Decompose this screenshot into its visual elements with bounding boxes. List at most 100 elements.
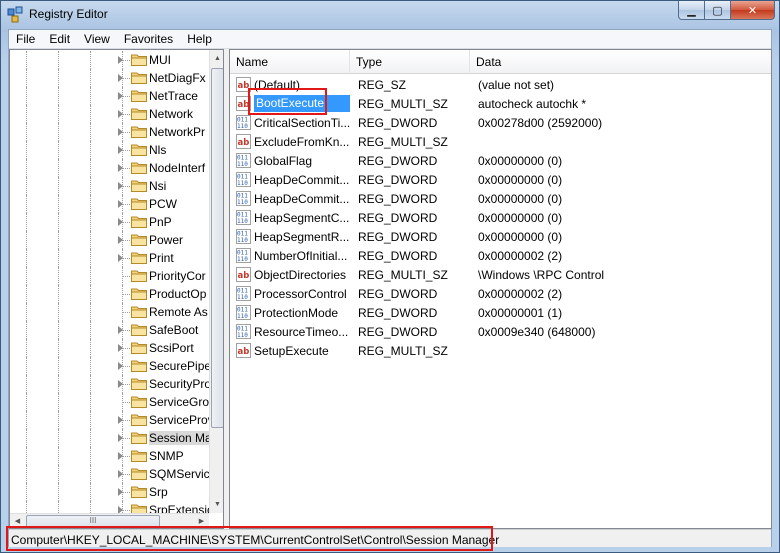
expand-arrow-icon[interactable] <box>118 92 123 100</box>
tree-item[interactable]: NodeInterf <box>10 159 210 177</box>
expand-arrow-icon[interactable] <box>118 452 123 460</box>
tree-guide-line <box>26 303 27 321</box>
value-row[interactable]: ab ObjectDirectories REG_MULTI_SZ \Windows … <box>230 265 771 284</box>
tree-item[interactable]: SNMP <box>10 447 210 465</box>
value-row[interactable]: 011 110 ProtectionMode REG_DWORD 0x00000001 … <box>230 303 771 322</box>
expand-arrow-icon[interactable] <box>118 236 123 244</box>
expand-arrow-icon[interactable] <box>118 254 123 262</box>
value-row[interactable]: 011 110 HeapDeCommit... REG_DWORD 0x00000000… <box>230 170 771 189</box>
value-name: CriticalSectionTi... <box>254 116 350 130</box>
value-row[interactable]: 011 110 HeapSegmentR... REG_DWORD 0x00000000… <box>230 227 771 246</box>
menu-help[interactable]: Help <box>180 30 219 49</box>
tree-item[interactable]: Nls <box>10 141 210 159</box>
close-button[interactable]: ✕ <box>731 1 775 20</box>
expand-arrow-icon[interactable] <box>118 488 123 496</box>
value-row[interactable]: ab BootExecute REG_MULTI_SZ autocheck autoc… <box>230 94 771 113</box>
expand-arrow-icon[interactable] <box>118 146 123 154</box>
tree-horizontal-scroll-thumb[interactable]: III <box>26 515 160 528</box>
value-row[interactable]: ab ExcludeFromKn... REG_MULTI_SZ <box>230 132 771 151</box>
value-row[interactable]: 011 110 ResourceTimeo... REG_DWORD 0x0009e34… <box>230 322 771 341</box>
tree-item[interactable]: SQMServic <box>10 465 210 483</box>
expand-arrow-icon[interactable] <box>118 344 123 352</box>
tree-item[interactable]: Nsi <box>10 177 210 195</box>
column-header-data[interactable]: Data <box>470 50 771 74</box>
expand-arrow-icon[interactable] <box>118 416 123 424</box>
folder-icon <box>131 270 147 282</box>
tree-item-label: ServiceGro <box>149 395 209 409</box>
scroll-up-arrow-icon[interactable]: ▲ <box>210 50 223 66</box>
column-header-name[interactable]: Name <box>230 50 350 74</box>
tree-vertical-scrollbar[interactable]: ▲ ▼ <box>209 50 223 513</box>
tree-item[interactable]: SecurityPro <box>10 375 210 393</box>
value-row[interactable]: 011 110 HeapSegmentC... REG_DWORD 0x00000000… <box>230 208 771 227</box>
tree-item[interactable]: Network <box>10 105 210 123</box>
scroll-right-arrow-icon[interactable]: ▶ <box>194 514 209 528</box>
tree-item-label: Srp <box>149 485 168 499</box>
expand-arrow-icon[interactable] <box>118 128 123 136</box>
tree-item[interactable]: SafeBoot <box>10 321 210 339</box>
tree-horizontal-scrollbar[interactable]: ◀ III ▶ <box>10 513 209 528</box>
value-row[interactable]: 011 110 ProcessorControl REG_DWORD 0x0000000… <box>230 284 771 303</box>
tree-item[interactable]: NetTrace <box>10 87 210 105</box>
tree-item[interactable]: NetDiagFx <box>10 69 210 87</box>
tree-branch-line <box>122 204 130 205</box>
expand-arrow-icon[interactable] <box>118 182 123 190</box>
tree-item[interactable]: ServiceGro <box>10 393 210 411</box>
value-row[interactable]: ab SetupExecute REG_MULTI_SZ <box>230 341 771 360</box>
tree-item[interactable]: ScsiPort <box>10 339 210 357</box>
tree-branch-line <box>122 114 130 115</box>
tree-item-label: Print <box>149 251 174 265</box>
expand-arrow-icon[interactable] <box>118 200 123 208</box>
expand-arrow-icon[interactable] <box>118 326 123 334</box>
expand-arrow-icon[interactable] <box>118 56 123 64</box>
tree-item[interactable]: Remote As <box>10 303 210 321</box>
tree-item-label: SafeBoot <box>149 323 199 337</box>
tree-vertical-scroll-thumb[interactable] <box>211 68 223 428</box>
tree-branch-line <box>122 312 130 313</box>
value-row[interactable]: 011 110 NumberOfInitial... REG_DWORD 0x00000… <box>230 246 771 265</box>
scroll-left-arrow-icon[interactable]: ◀ <box>10 514 25 528</box>
tree-guide-line <box>26 447 27 465</box>
value-type: REG_DWORD <box>358 325 438 339</box>
minimize-button[interactable]: ▁ <box>678 1 705 20</box>
value-row[interactable]: 011 110 GlobalFlag REG_DWORD 0x00000000 (0) <box>230 151 771 170</box>
tree-guide-line <box>58 483 59 501</box>
tree-item[interactable]: NetworkPr <box>10 123 210 141</box>
binary-value-icon: 011110 <box>236 324 251 339</box>
tree-item[interactable]: SecurePipe <box>10 357 210 375</box>
expand-arrow-icon[interactable] <box>118 218 123 226</box>
tree-guide-line <box>58 393 59 411</box>
expand-arrow-icon[interactable] <box>118 362 123 370</box>
scroll-down-arrow-icon[interactable]: ▼ <box>210 496 223 512</box>
expand-arrow-icon[interactable] <box>118 164 123 172</box>
tree-item-label: NodeInterf <box>149 161 206 175</box>
tree-item[interactable]: Session Ma <box>10 429 210 447</box>
expand-arrow-icon[interactable] <box>118 74 123 82</box>
tree-item[interactable]: Print <box>10 249 210 267</box>
value-row[interactable]: ab (Default) REG_SZ (value not set) <box>230 75 771 94</box>
tree-item[interactable]: ServiceProv <box>10 411 210 429</box>
menu-file[interactable]: File <box>9 30 42 49</box>
menu-edit[interactable]: Edit <box>42 30 77 49</box>
value-row[interactable]: 011 110 HeapDeCommit... REG_DWORD 0x00000000… <box>230 189 771 208</box>
tree-item[interactable]: MUI <box>10 51 210 69</box>
tree-item[interactable]: Srp <box>10 483 210 501</box>
expand-arrow-icon[interactable] <box>118 380 123 388</box>
tree-item[interactable]: Power <box>10 231 210 249</box>
maximize-button[interactable]: ▢ <box>705 1 731 20</box>
tree-item[interactable]: PnP <box>10 213 210 231</box>
column-header-type[interactable]: Type <box>350 50 470 74</box>
key-tree-pane[interactable]: SrpExtensio Srp SQMServic SNMP Session Ma Ser… <box>9 49 224 529</box>
tree-item[interactable]: PriorityCor <box>10 267 210 285</box>
expand-arrow-icon[interactable] <box>118 470 123 478</box>
title-bar[interactable]: Registry Editor ▁ ▢ ✕ <box>1 1 779 29</box>
tree-item[interactable]: PCW <box>10 195 210 213</box>
values-list-pane[interactable]: Name Type Data ab (Default) REG_SZ (value n… <box>229 49 772 529</box>
expand-arrow-icon[interactable] <box>118 434 123 442</box>
string-value-icon: ab <box>236 96 251 111</box>
tree-item[interactable]: ProductOp <box>10 285 210 303</box>
value-row[interactable]: 011 110 CriticalSectionTi... REG_DWORD 0x002… <box>230 113 771 132</box>
expand-arrow-icon[interactable] <box>118 110 123 118</box>
menu-favorites[interactable]: Favorites <box>117 30 180 49</box>
menu-view[interactable]: View <box>77 30 117 49</box>
